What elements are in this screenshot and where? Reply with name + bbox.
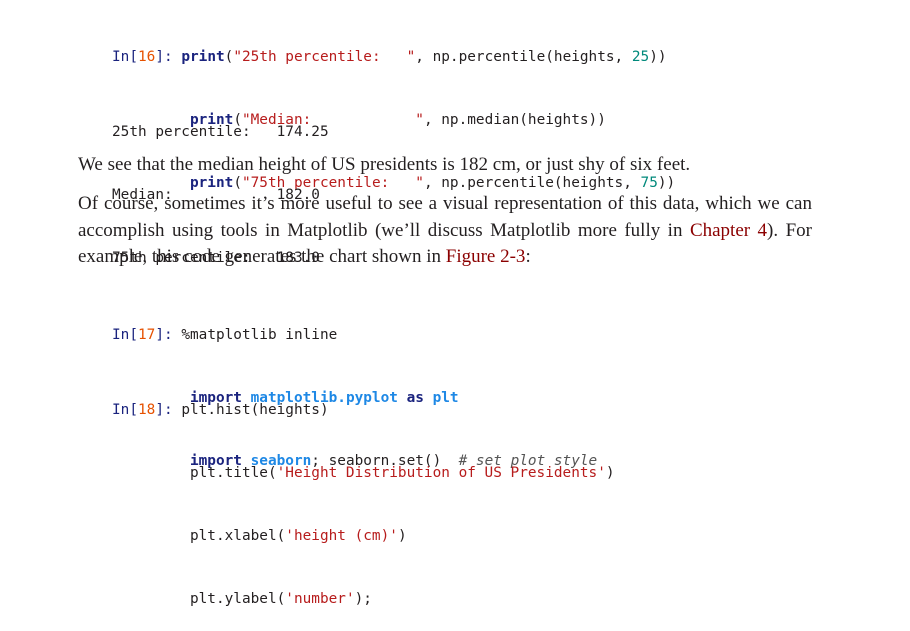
- code-line: In[16]: print("25th percentile: ", np.pe…: [112, 49, 667, 65]
- prompt-number: 18: [138, 402, 156, 418]
- code-line: plt.xlabel('height (cm)'): [189, 528, 407, 544]
- string-literal: 'number': [285, 591, 355, 607]
- prompt-number: 16: [138, 49, 156, 65]
- code-cell-18: In[18]: plt.hist(heights) plt.title('Hei…: [112, 358, 615, 631]
- string-literal: "25th percentile: ": [233, 49, 416, 65]
- number-literal: 25: [631, 49, 650, 65]
- cell-prompt: In[16]:: [112, 49, 182, 65]
- code-line: plt.title('Height Distribution of US Pre…: [189, 465, 615, 481]
- keyword: print: [181, 49, 225, 65]
- output-line: 25th percentile: 174.25: [112, 124, 329, 140]
- prompt-number: 17: [138, 327, 156, 343]
- chapter-4-link[interactable]: Chapter 4: [690, 220, 767, 241]
- cell-prompt: In[17]:: [112, 327, 182, 343]
- string-literal: 'Height Distribution of US Presidents': [276, 465, 606, 481]
- code-line: In[17]: %matplotlib inline: [112, 327, 338, 343]
- code-line: In[18]: plt.hist(heights): [112, 402, 329, 418]
- paragraph-median: We see that the median height of US pres…: [78, 154, 691, 175]
- cell-prompt: In[18]:: [112, 402, 182, 418]
- code-line: plt.ylabel('number');: [189, 591, 372, 607]
- string-literal: 'height (cm)': [285, 528, 398, 544]
- paragraph-matplotlib: Of course, sometimes it’s more useful to…: [78, 193, 812, 267]
- figure-2-3-link[interactable]: Figure 2-3: [446, 246, 526, 267]
